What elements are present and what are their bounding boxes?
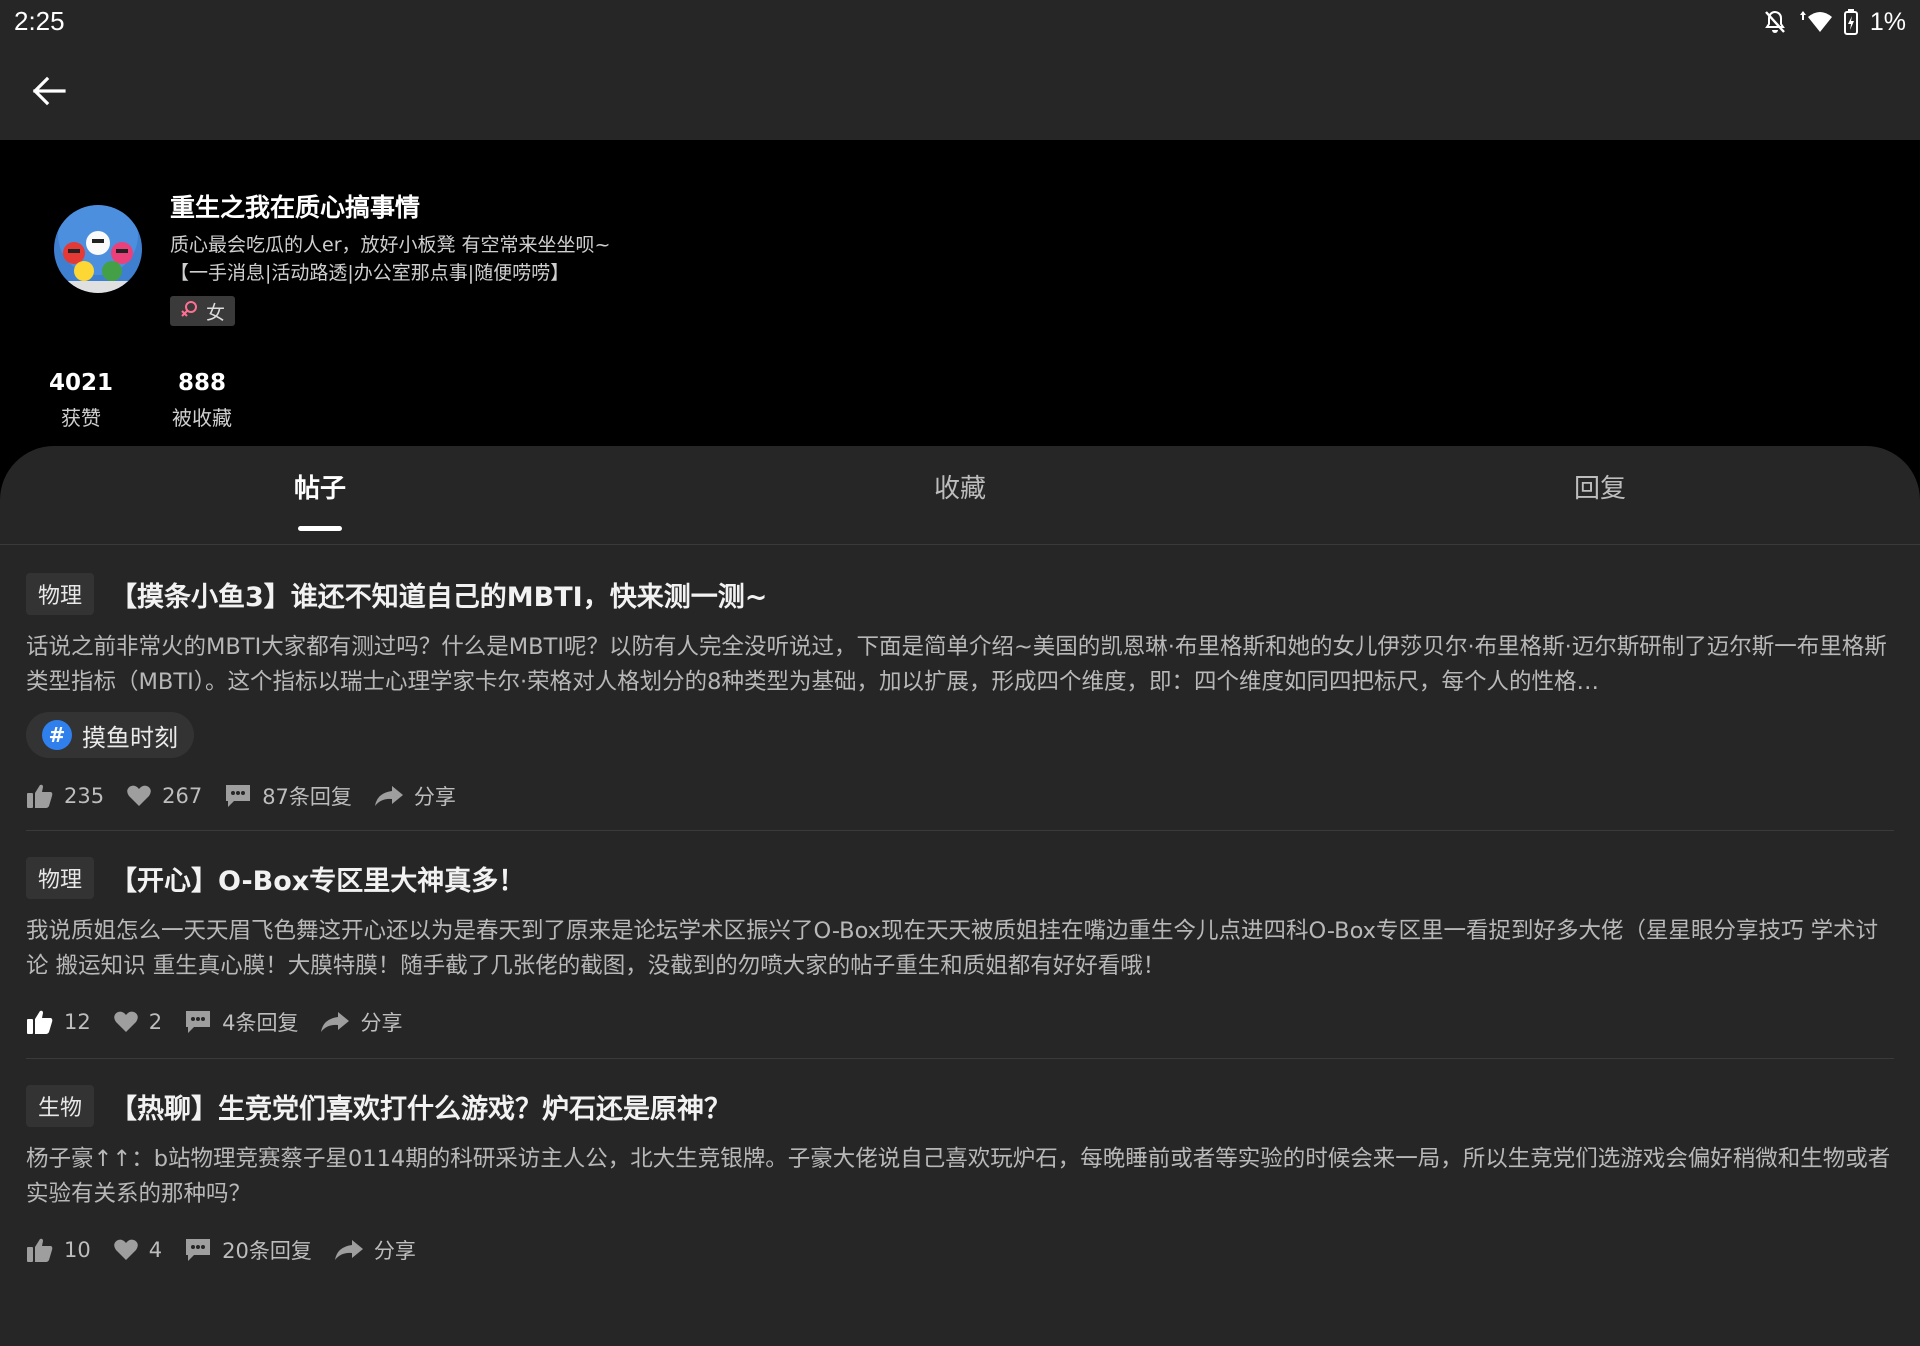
post-excerpt: 我说质姐怎么一天天眉飞色舞这开心还以为是春天到了原来是论坛学术区振兴了O-Box… [26, 918, 1879, 979]
profile-name: 重生之我在质心搞事情 [170, 193, 421, 222]
tab-favorites[interactable]: 收藏 [760, 468, 1160, 505]
notifications-off-icon [1764, 10, 1786, 34]
post-title[interactable]: 【摸条小鱼3】谁还不知道自己的MBTI，快来测一测~ [110, 575, 767, 614]
share-arrow-icon [334, 1238, 364, 1262]
profile-bio-tags: 【一手消息|活动路透|办公室那点事|随便唠唠】 [170, 262, 570, 284]
battery-charging-icon [1843, 9, 1858, 35]
back-button[interactable] [22, 66, 76, 120]
favorite-button[interactable]: 4 [113, 1238, 162, 1262]
share-button[interactable]: 分享 [320, 1007, 402, 1037]
gender-label: 女 [206, 301, 226, 324]
stat-label: 被收藏 [172, 406, 232, 430]
post-actions: 10 4 20条回复 分享 [26, 1230, 1894, 1270]
share-label: 分享 [373, 1239, 416, 1263]
post-item[interactable]: 物理 【开心】O-Box专区里大神真多！ 我说质姐怎么一天天眉飞色舞这开心还以为… [26, 856, 1894, 1042]
divider [26, 830, 1894, 831]
post-title[interactable]: 【热聊】生竞党们喜欢打什么游戏？炉石还是原神？ [110, 1087, 731, 1126]
reply-count: 20条回复 [222, 1239, 312, 1263]
share-arrow-icon [374, 784, 404, 808]
tab-replies[interactable]: 回复 [1400, 468, 1800, 505]
profile-bio: 质心最会吃瓜的人er，放好小板凳 有空常来坐坐呗~ [170, 234, 611, 256]
battery-percent: 1% [1869, 7, 1906, 36]
post-title[interactable]: 【开心】O-Box专区里大神真多！ [110, 859, 525, 898]
stat-value: 888 [177, 370, 226, 396]
top-app-bar [0, 44, 1920, 140]
like-button[interactable]: 10 [26, 1237, 91, 1263]
post-category: 物理 [26, 573, 95, 615]
arrow-left-icon [32, 76, 66, 110]
topic-label: 摸鱼时刻 [82, 723, 178, 752]
profile-header: 重生之我在质心搞事情 质心最会吃瓜的人er，放好小板凳 有空常来坐坐呗~ 【一手… [0, 140, 1920, 470]
thumbs-up-icon [26, 1009, 54, 1035]
post-category: 物理 [26, 857, 95, 899]
post-item[interactable]: 生物 【热聊】生竞党们喜欢打什么游戏？炉石还是原神？ 杨子豪↑↑：b站物理竞赛蔡… [26, 1084, 1894, 1270]
avatar[interactable] [54, 205, 142, 293]
divider [26, 1058, 1894, 1059]
like-count: 12 [64, 1010, 91, 1034]
share-label: 分享 [360, 1011, 403, 1035]
tab-posts[interactable]: 帖子 [120, 468, 520, 505]
status-time: 2:25 [14, 6, 65, 36]
favorite-button[interactable]: 267 [126, 784, 202, 808]
post-category: 生物 [26, 1085, 95, 1127]
comment-icon [184, 1237, 212, 1263]
reply-button[interactable]: 20条回复 [184, 1235, 312, 1265]
tab-bar: 帖子 收藏 回复 [0, 446, 1920, 545]
stat-value: 4021 [48, 370, 113, 396]
like-count: 10 [64, 1238, 91, 1262]
favorite-count: 4 [148, 1238, 163, 1262]
reply-button[interactable]: 87条回复 [224, 781, 352, 811]
share-button[interactable]: 分享 [374, 781, 456, 811]
post-actions: 12 2 4条回复 分享 [26, 1002, 1894, 1042]
post-excerpt: 话说之前非常火的MBTI大家都有测过吗？什么是MBTI呢？以防有人完全没听说过，… [26, 634, 1887, 695]
stat-likes: 4021 获赞 [46, 370, 116, 431]
like-count: 235 [64, 784, 105, 808]
status-icons: 1% [1764, 6, 1906, 38]
stat-label: 获赞 [61, 406, 101, 430]
tab-indicator [298, 526, 342, 531]
like-button[interactable]: 12 [26, 1009, 91, 1035]
share-label: 分享 [413, 785, 456, 809]
topic-tag[interactable]: # 摸鱼时刻 [26, 712, 194, 758]
like-button[interactable]: 235 [26, 783, 104, 809]
status-bar: 2:25 1% [0, 0, 1920, 44]
share-button[interactable]: 分享 [334, 1235, 416, 1265]
heart-icon [113, 1010, 139, 1034]
gender-badge: 女 [170, 296, 236, 326]
reply-count: 87条回复 [262, 785, 352, 809]
hashtag-icon: # [42, 720, 72, 750]
thumbs-up-icon [26, 783, 54, 809]
stat-favorited: 888 被收藏 [162, 370, 242, 431]
post-item[interactable]: 物理 【摸条小鱼3】谁还不知道自己的MBTI，快来测一测~ 话说之前非常火的MB… [26, 572, 1894, 816]
comment-icon [184, 1009, 212, 1035]
comment-icon [224, 783, 252, 809]
content-sheet: 帖子 收藏 回复 物理 【摸条小鱼3】谁还不知道自己的MBTI，快来测一测~ 话… [0, 446, 1920, 1346]
share-arrow-icon [320, 1010, 350, 1034]
heart-icon [113, 1238, 139, 1262]
favorite-button[interactable]: 2 [113, 1010, 162, 1034]
favorite-count: 267 [162, 784, 203, 808]
female-icon [180, 300, 198, 323]
reply-button[interactable]: 4条回复 [184, 1007, 298, 1037]
thumbs-up-icon [26, 1237, 54, 1263]
reply-count: 4条回复 [222, 1011, 299, 1035]
favorite-count: 2 [148, 1010, 163, 1034]
post-excerpt: 杨子豪↑↑：b站物理竞赛蔡子星0114期的科研采访主人公，北大生竞银牌。子豪大佬… [26, 1146, 1891, 1207]
wifi-icon [1798, 10, 1832, 34]
heart-icon [126, 784, 152, 808]
post-actions: 235 267 87条回复 分享 [26, 776, 1894, 816]
